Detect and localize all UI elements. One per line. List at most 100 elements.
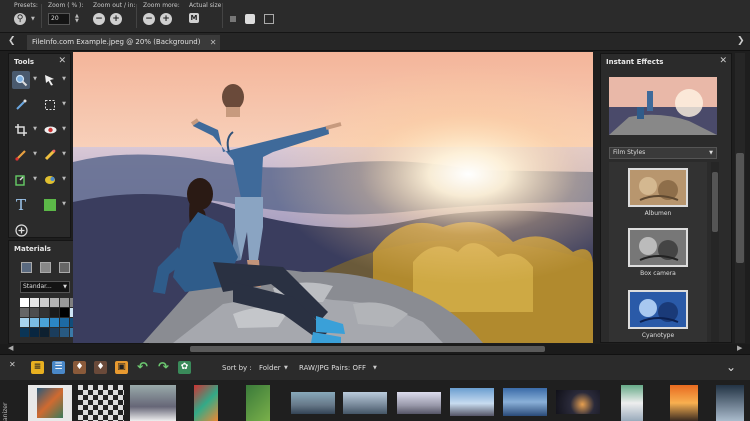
effect-category-select[interactable]: Film Styles ▼	[609, 147, 717, 159]
swap-colors-icon[interactable]	[59, 262, 70, 273]
tab-close-icon[interactable]: ✕	[210, 35, 217, 50]
zoom-more-out-icon[interactable]: −	[143, 13, 155, 25]
color-swatch[interactable]	[20, 308, 29, 317]
instant-effects-close-icon[interactable]: ✕	[719, 56, 727, 66]
panel-scrollbar[interactable]	[735, 53, 745, 343]
color-swatch[interactable]	[40, 298, 49, 307]
color-swatch[interactable]	[50, 318, 59, 327]
zoom-percent-input[interactable]: 20	[48, 13, 70, 25]
thumbnail[interactable]	[246, 385, 270, 421]
zoom-spinner-icon[interactable]: ▲ ▼	[75, 14, 79, 24]
swatch-view-icon[interactable]	[21, 262, 32, 273]
shape-tool-icon[interactable]: ▼	[41, 196, 66, 214]
panel-scroll-thumb[interactable]	[736, 153, 744, 263]
thumbnail[interactable]	[397, 392, 441, 414]
collapse-organizer-icon[interactable]: ⌄	[726, 360, 736, 374]
color-swatch[interactable]	[40, 328, 49, 337]
selection-tool-icon[interactable]: ▼	[41, 96, 66, 114]
color-swatch[interactable]	[30, 308, 39, 317]
color-changer-tool-icon[interactable]: ▼	[41, 171, 66, 189]
scroll-left-icon[interactable]: ◀	[8, 344, 13, 352]
color-swatch[interactable]	[60, 328, 69, 337]
thumbnail[interactable]	[556, 390, 600, 414]
sort-by-select[interactable]: Folder	[259, 364, 281, 372]
sort-dropdown-caret-icon[interactable]: ▼	[284, 365, 288, 371]
tab-scroll-left-icon[interactable]: ❮	[8, 36, 16, 46]
effect-item-albumen[interactable]: Albumen	[609, 168, 707, 217]
thumbnail[interactable]	[503, 388, 547, 416]
thumbnail[interactable]	[343, 392, 387, 414]
zoom-more-label: Zoom more:	[143, 2, 180, 9]
horizontal-scroll-thumb[interactable]	[190, 346, 545, 352]
instant-effects-title: Instant Effects	[606, 58, 664, 66]
crop-tool-icon[interactable]: ▼	[12, 121, 37, 139]
color-label-icon[interactable]: ♦	[73, 361, 86, 374]
open-folder-icon[interactable]: ▣	[115, 361, 128, 374]
pick-tool-icon[interactable]: ▼	[41, 71, 66, 89]
organizer-details-icon[interactable]: ☰	[52, 361, 65, 374]
actual-size-icon[interactable]: M	[189, 13, 199, 23]
tab-scroll-right-icon[interactable]: ❯	[737, 36, 745, 46]
rotate-left-icon[interactable]: ↶	[136, 361, 149, 374]
instant-effects-panel: Instant Effects ✕ Film Styles ▼ Albumen	[600, 53, 732, 343]
color-swatch[interactable]	[60, 298, 69, 307]
thumbnail[interactable]	[194, 385, 218, 421]
color-swatch[interactable]	[50, 328, 59, 337]
fit-image-icon[interactable]	[264, 14, 274, 24]
zoom-tool-icon[interactable]: ▼	[12, 71, 37, 89]
thumbnail-selected[interactable]	[28, 385, 72, 421]
color-swatch[interactable]	[30, 298, 39, 307]
thumbnail[interactable]	[291, 392, 335, 414]
dropper-tool-icon[interactable]	[12, 96, 30, 114]
thumbnail[interactable]	[621, 385, 643, 421]
color-swatch[interactable]	[40, 308, 49, 317]
zoom-more-in-icon[interactable]: +	[160, 13, 172, 25]
document-tab[interactable]: FileInfo.com Example.jpeg @ 20% (Backgro…	[27, 35, 221, 50]
scroll-right-icon[interactable]: ▶	[737, 344, 742, 352]
palette-view-icon[interactable]	[40, 262, 51, 273]
color-swatch[interactable]	[20, 328, 29, 337]
add-tool-icon[interactable]	[12, 221, 30, 239]
effect-list-scrollbar[interactable]	[711, 162, 719, 342]
presets-zoom-icon[interactable]: ⚲	[14, 13, 26, 25]
thumbnail[interactable]	[670, 385, 698, 421]
color-swatch[interactable]	[20, 318, 29, 327]
color-swatch[interactable]	[30, 318, 39, 327]
material-style-select[interactable]: Standar... ▼	[20, 281, 70, 293]
zoom-label: Zoom ( % ):	[48, 2, 84, 9]
thumbnail[interactable]	[450, 388, 494, 416]
thumbnail[interactable]	[78, 385, 124, 421]
color-swatch[interactable]	[50, 308, 59, 317]
presets-dropdown-caret-icon[interactable]: ▼	[31, 16, 35, 22]
color-swatch[interactable]	[60, 308, 69, 317]
zoom-in-icon[interactable]: +	[110, 13, 122, 25]
rotate-right-icon[interactable]: ↷	[157, 361, 170, 374]
red-eye-tool-icon[interactable]: ▼	[41, 121, 66, 139]
thumbnail[interactable]	[716, 385, 744, 421]
raw-jpg-dropdown-caret-icon[interactable]: ▼	[373, 365, 377, 371]
text-tool-icon[interactable]: T	[12, 196, 30, 214]
raw-jpg-pairs-toggle[interactable]: RAW/JPG Pairs: OFF	[299, 364, 366, 372]
pencil-tool-icon[interactable]: ▼	[41, 146, 66, 164]
paint-brush-tool-icon[interactable]: ▼	[12, 146, 37, 164]
color-swatch[interactable]	[30, 328, 39, 337]
effect-item-box-camera[interactable]: Box camera	[609, 228, 707, 277]
organizer-view-icon[interactable]: ≡	[31, 361, 44, 374]
effect-list-scroll-thumb[interactable]	[712, 172, 718, 232]
smart-collection-icon[interactable]: ✿	[178, 361, 191, 374]
effect-item-cyanotype[interactable]: Cyanotype	[609, 290, 707, 339]
color-swatch[interactable]	[50, 298, 59, 307]
color-swatch[interactable]	[60, 318, 69, 327]
thumbnail[interactable]	[130, 385, 176, 421]
zoom-out-icon[interactable]: −	[93, 13, 105, 25]
image-canvas[interactable]	[73, 52, 593, 343]
canvas-horizontal-scrollbar[interactable]: ◀ ▶	[0, 344, 750, 354]
color-swatch[interactable]	[20, 298, 29, 307]
fit-window-icon[interactable]	[245, 14, 255, 24]
tag-icon[interactable]: ♦	[94, 361, 107, 374]
small-square-icon[interactable]	[230, 16, 236, 22]
organizer-close-icon[interactable]: ✕	[9, 360, 16, 369]
color-swatch[interactable]	[40, 318, 49, 327]
tools-panel-close-icon[interactable]: ✕	[58, 56, 66, 66]
fill-tool-icon[interactable]: ▼	[12, 171, 37, 189]
